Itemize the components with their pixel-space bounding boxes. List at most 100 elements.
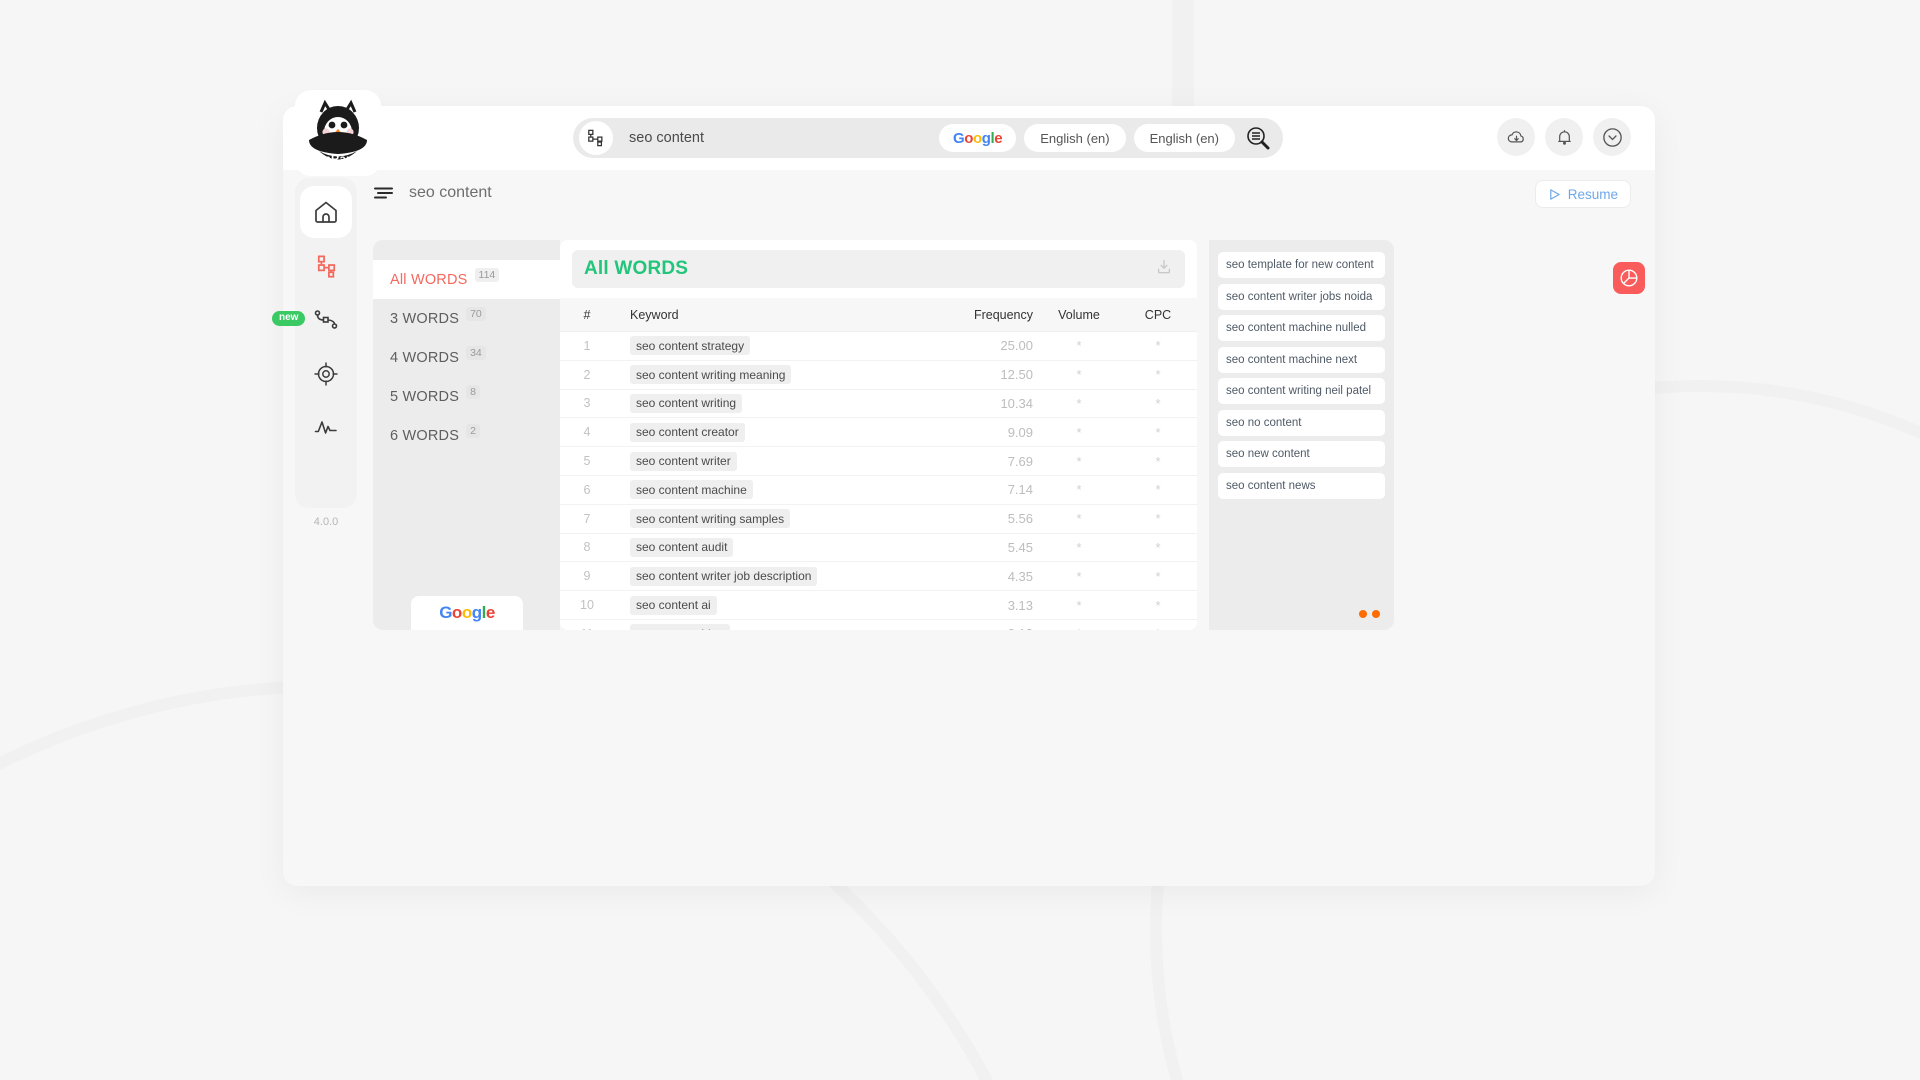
- table-row[interactable]: 6 seo content machine 7.14 * *: [560, 476, 1197, 505]
- sidebar: new: [272, 178, 357, 508]
- column-header-keyword[interactable]: Keyword: [614, 308, 913, 322]
- resume-button[interactable]: Resume: [1534, 180, 1631, 208]
- screen: GuinRank seo content Google English (en)…: [0, 0, 1920, 1080]
- column-header-index[interactable]: #: [560, 308, 614, 322]
- cell-volume: *: [1076, 511, 1082, 527]
- keyword-chip[interactable]: seo content writing: [630, 393, 743, 413]
- table-title: All WORDS: [584, 258, 689, 279]
- keyword-chip[interactable]: seo content writer job description: [630, 566, 818, 586]
- cell-cpc: *: [1155, 482, 1161, 498]
- search-input[interactable]: seo content: [613, 130, 931, 146]
- app-window: GuinRank seo content Google English (en)…: [272, 90, 1655, 886]
- pie-chart-icon[interactable]: [1613, 262, 1645, 294]
- cloud-download-icon[interactable]: [1497, 118, 1535, 156]
- cell-index: 6: [583, 482, 591, 497]
- suggestion-item[interactable]: seo no content: [1218, 409, 1385, 436]
- cell-frequency: 5.56: [1007, 511, 1033, 527]
- table-row[interactable]: 8 seo content audit 5.45 * *: [560, 534, 1197, 563]
- cell-volume: *: [1033, 626, 1125, 630]
- suggestion-item[interactable]: seo content news: [1218, 472, 1385, 499]
- suggestions-panel: seo template for new content seo content …: [1209, 240, 1394, 630]
- sidebar-item-content-path[interactable]: new: [272, 294, 352, 346]
- cell-keyword: seo content blog: [614, 624, 913, 630]
- suggestion-item[interactable]: seo new content: [1218, 441, 1385, 467]
- words-filter-count: 34: [466, 346, 486, 360]
- cell-cpc: *: [1155, 539, 1161, 555]
- keyword-chip[interactable]: seo content machine: [630, 480, 753, 500]
- cell-volume: *: [1076, 338, 1082, 354]
- words-filter-item-5[interactable]: 5 WORDS 8: [373, 377, 560, 416]
- keyword-chip[interactable]: seo content strategy: [630, 336, 751, 356]
- sidebar-item-analytics[interactable]: [300, 402, 352, 454]
- column-header-volume[interactable]: Volume: [1033, 308, 1125, 322]
- words-filter-count: 8: [466, 385, 480, 399]
- keyword-chip[interactable]: seo content writer: [630, 451, 737, 471]
- keyword-chip[interactable]: seo content creator: [630, 422, 745, 442]
- keyword-chip[interactable]: seo content ai: [630, 595, 717, 615]
- suggestion-item[interactable]: seo content machine nulled: [1218, 315, 1385, 341]
- brand-logo[interactable]: GuinRank: [295, 90, 381, 176]
- country-selector[interactable]: English (en): [1133, 124, 1235, 152]
- table-row[interactable]: 3 seo content writing 10.34 * *: [560, 390, 1197, 419]
- table-row[interactable]: 9 seo content writer job description 4.35 *…: [560, 562, 1197, 592]
- cell-keyword: seo content writing samples: [614, 509, 913, 529]
- bell-icon[interactable]: [1545, 118, 1583, 156]
- cell-keyword: seo content writing meaning: [614, 365, 913, 385]
- cell-keyword: seo content machine: [614, 480, 913, 500]
- column-header-frequency[interactable]: Frequency: [913, 308, 1033, 322]
- cell-volume: *: [1076, 453, 1082, 469]
- keyword-chip[interactable]: seo content audit: [630, 537, 734, 557]
- keyword-chip[interactable]: seo content blog: [630, 624, 731, 630]
- cell-cpc: *: [1155, 395, 1161, 411]
- download-icon[interactable]: [1155, 258, 1173, 281]
- table-row[interactable]: 11seo content blog3.13**: [560, 620, 1197, 630]
- table-row[interactable]: 7 seo content writing samples 5.56 * *: [560, 505, 1197, 534]
- content-header: seo content: [373, 184, 492, 202]
- cell-frequency: 3.13: [913, 626, 1033, 630]
- page-title: seo content: [409, 184, 492, 201]
- cell-cpc: *: [1155, 568, 1161, 584]
- words-filter-count: 2: [466, 424, 480, 438]
- cell-cpc: *: [1155, 453, 1161, 469]
- table-row[interactable]: 4 seo content creator 9.09 * *: [560, 418, 1197, 448]
- cell-index: 3: [583, 396, 591, 411]
- search-bar[interactable]: seo content Google English (en) English …: [573, 118, 1283, 158]
- words-filter-item-all[interactable]: All WORDS 114: [373, 260, 560, 299]
- suggestion-item[interactable]: seo template for new content: [1218, 252, 1385, 278]
- cell-index: 9: [583, 569, 591, 584]
- suggestion-item[interactable]: seo content writer jobs noida: [1218, 283, 1385, 310]
- cell-frequency: 5.45: [1007, 539, 1033, 555]
- cell-cpc: *: [1125, 626, 1197, 630]
- google-source-button[interactable]: Google: [411, 596, 523, 630]
- suggestions-list: seo template for new content seo content …: [1218, 252, 1385, 499]
- words-filter-item-4[interactable]: 4 WORDS 34: [373, 338, 560, 377]
- cell-index: 7: [583, 511, 591, 526]
- sitemap-icon[interactable]: [579, 121, 613, 155]
- table-row[interactable]: 1 seo content strategy 25.00 * *: [560, 332, 1197, 361]
- suggestion-item[interactable]: seo content writing neil patel: [1218, 378, 1385, 404]
- keyword-chip[interactable]: seo content writing meaning: [630, 365, 792, 385]
- search-engine-selector[interactable]: Google: [938, 124, 1017, 152]
- play-icon: [1549, 188, 1560, 200]
- cell-keyword: seo content audit: [614, 537, 913, 557]
- words-filter-label: All WORDS: [390, 271, 468, 288]
- sidebar-item-home[interactable]: [300, 186, 352, 238]
- words-filter-item-6[interactable]: 6 WORDS 2: [373, 416, 560, 455]
- table-row[interactable]: 2 seo content writing meaning 12.50 * *: [560, 361, 1197, 390]
- table-header-row: # Keyword Frequency Volume CPC: [560, 298, 1197, 332]
- language-selector[interactable]: English (en): [1024, 124, 1126, 152]
- cell-index: 10: [580, 598, 594, 613]
- column-header-cpc[interactable]: CPC: [1125, 308, 1197, 322]
- keyword-chip[interactable]: seo content writing samples: [630, 509, 791, 529]
- words-filter-item-3[interactable]: 3 WORDS 70: [373, 299, 560, 338]
- chevron-down-circle-icon[interactable]: [1593, 118, 1631, 156]
- zoom-search-icon[interactable]: [1245, 125, 1271, 151]
- words-filter-label: 4 WORDS: [390, 349, 460, 366]
- suggestion-item[interactable]: seo content machine next: [1218, 346, 1385, 373]
- sidebar-item-targeting[interactable]: [300, 348, 352, 400]
- table-row[interactable]: 10 seo content ai 3.13 * *: [560, 591, 1197, 620]
- sidebar-item-sitemap[interactable]: [300, 240, 352, 292]
- hamburger-icon[interactable]: [373, 185, 395, 201]
- cell-frequency: 12.50: [1000, 367, 1033, 383]
- table-row[interactable]: 5 seo content writer 7.69 * *: [560, 447, 1197, 476]
